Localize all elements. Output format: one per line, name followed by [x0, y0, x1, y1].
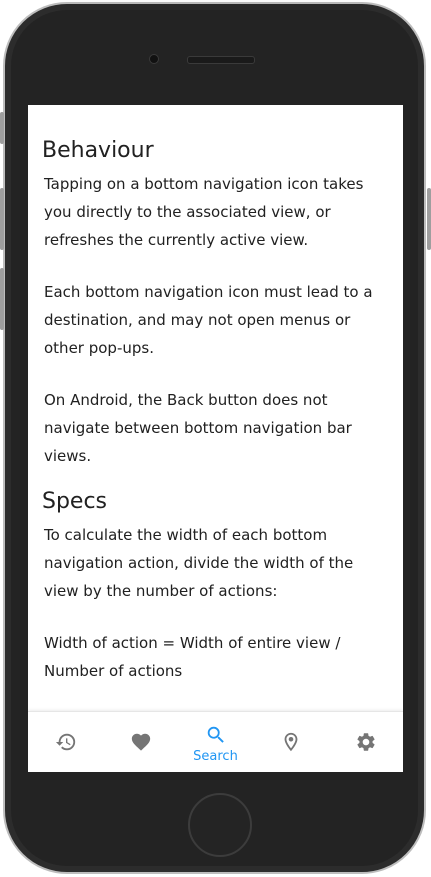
nav-item-history[interactable] — [28, 712, 103, 772]
location-pin-icon — [280, 731, 302, 753]
specs-paragraph-2: Width of action = Width of entire view /… — [44, 634, 341, 680]
home-button[interactable] — [188, 793, 252, 857]
earpiece-speaker — [187, 56, 255, 64]
nav-item-location[interactable] — [253, 712, 328, 772]
heart-icon — [130, 731, 152, 753]
behaviour-paragraph-3: On Android, the Back button does not nav… — [44, 391, 352, 465]
volume-up-button — [0, 188, 4, 250]
nav-label-search: Search — [193, 749, 238, 764]
behaviour-heading: Behaviour — [42, 138, 154, 163]
front-camera — [149, 54, 159, 64]
mute-switch — [0, 112, 4, 144]
specs-heading: Specs — [42, 489, 108, 514]
nav-item-settings[interactable] — [328, 712, 403, 772]
nav-item-favorites[interactable] — [103, 712, 178, 772]
gear-icon — [355, 731, 377, 753]
nav-item-search[interactable]: Search — [178, 712, 253, 772]
volume-down-button — [0, 268, 4, 330]
bottom-navigation-bar: Search — [28, 711, 403, 772]
search-icon — [205, 724, 227, 746]
behaviour-paragraph-2: Each bottom navigation icon must lead to… — [44, 283, 373, 357]
history-icon — [55, 731, 77, 753]
specs-paragraph-1: To calculate the width of each bottom na… — [44, 526, 354, 600]
content-area: Behaviour Tapping on a bottom navigation… — [28, 105, 403, 711]
behaviour-paragraph-1: Tapping on a bottom navigation icon take… — [44, 175, 364, 249]
screen: Behaviour Tapping on a bottom navigation… — [28, 105, 403, 772]
power-button — [427, 188, 431, 250]
